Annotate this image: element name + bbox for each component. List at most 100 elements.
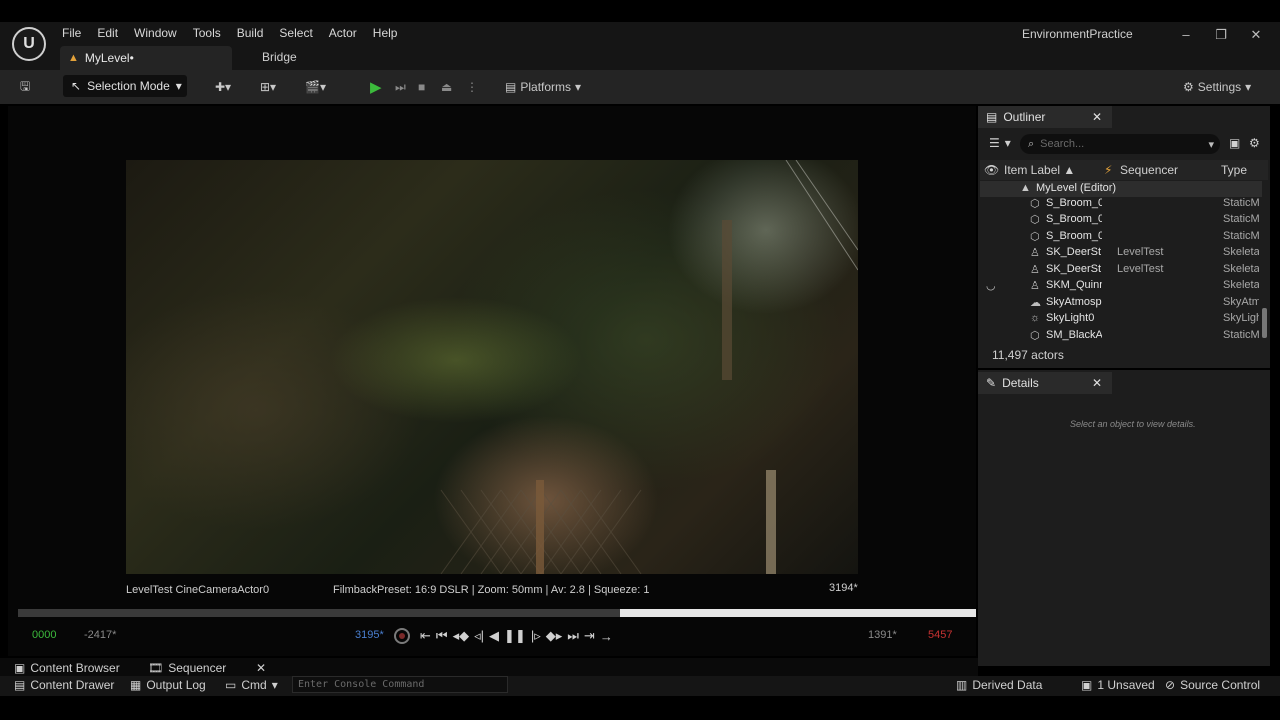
menu-window[interactable]: Window	[126, 24, 185, 42]
outliner-row[interactable]: ☼ SkyLight0 SkyLight	[980, 312, 1262, 328]
search-placeholder: Search...	[1040, 138, 1085, 150]
outliner-row[interactable]: ☁ SkyAtmosp SkyAtmo	[980, 296, 1262, 312]
outliner-scrollbar[interactable]	[1262, 308, 1267, 338]
log-icon: ▦	[130, 678, 142, 692]
selection-mode-icon: ↖	[71, 79, 82, 93]
chevron-down-icon: ▾	[1208, 138, 1214, 151]
outliner-search-input[interactable]: ⌕ Search... ▾	[1020, 134, 1220, 154]
outliner-row[interactable]: ♙ SK_DeerSt LevelTest Skeletal	[980, 263, 1262, 279]
cmd-dropdown[interactable]: ▭ Cmd ▾	[225, 678, 278, 692]
column-item-label[interactable]: Item Label ▲	[1004, 163, 1075, 177]
row-type: StaticMesh	[1223, 329, 1259, 341]
play-icon[interactable]: ▶	[370, 76, 382, 98]
outliner-row[interactable]: ⬡ S_Broom_0 StaticMesh	[980, 213, 1262, 229]
jump-end-icon[interactable]: ⇥	[584, 628, 595, 644]
tab-details[interactable]: ✎ Details ✕	[978, 372, 1112, 394]
visibility-eye-icon[interactable]: 👁	[984, 163, 999, 177]
terminal-icon: ▭	[225, 678, 237, 692]
unreal-logo-icon[interactable]: U	[12, 27, 46, 61]
eye-closed-icon[interactable]: ◡	[986, 279, 996, 292]
restore-icon[interactable]: ❐	[1211, 26, 1231, 44]
unsaved-label: 1 Unsaved	[1097, 678, 1155, 692]
outliner-row[interactable]: ⬡ SM_BlackA StaticMesh	[980, 329, 1262, 345]
tab-outliner[interactable]: ▤ Outliner ✕	[978, 106, 1112, 128]
next-key-icon[interactable]: ⏭	[567, 628, 579, 644]
derived-data-label: Derived Data	[972, 678, 1043, 692]
static-mesh-icon: ⬡	[1030, 214, 1040, 226]
menu-actor[interactable]: Actor	[321, 24, 365, 42]
start-frame[interactable]: 0000	[32, 629, 56, 641]
menu-bar: File Edit Window Tools Build Select Acto…	[54, 24, 405, 42]
new-folder-icon[interactable]: ▣	[1229, 136, 1240, 150]
tab-sequencer[interactable]: 🎞 Sequencer	[148, 661, 226, 675]
pause-icon[interactable]: ❚❚	[504, 628, 526, 644]
add-actor-button[interactable]: ✚▾	[215, 76, 231, 98]
step-forward-icon[interactable]: |▹	[531, 628, 541, 644]
level-icon: ▲	[68, 52, 79, 64]
record-button[interactable]	[394, 628, 410, 644]
eject-icon[interactable]: ⏏	[441, 76, 452, 98]
close-details-icon[interactable]: ✕	[1092, 376, 1102, 390]
row-type: Skeletal	[1223, 279, 1259, 291]
unsaved-button[interactable]: ▣ 1 Unsaved	[1081, 678, 1155, 692]
menu-edit[interactable]: Edit	[89, 24, 126, 42]
outliner-root-row[interactable]: ▲ MyLevel (Editor)	[980, 181, 1262, 197]
transport-controls: ⇤ ⏮ ◂◆ ◃| ◀ ❚❚ |▹ ◆▸ ⏭ ⇥ →	[420, 626, 613, 646]
menu-file[interactable]: File	[54, 24, 89, 42]
prev-key-icon[interactable]: ⏮	[436, 628, 448, 644]
tab-bridge[interactable]: Bridge	[262, 50, 297, 64]
outliner-row[interactable]: ♙ SK_DeerSt LevelTest Skeletal	[980, 246, 1262, 262]
menu-select[interactable]: Select	[271, 24, 320, 42]
source-control-button[interactable]: ⊘ Source Control	[1165, 678, 1260, 692]
filter-dropdown[interactable]: ☰ ▾	[989, 136, 1011, 150]
loop-icon[interactable]: →	[600, 629, 613, 644]
outliner-row[interactable]: ⬡ S_Broom_0 StaticMesh	[980, 197, 1262, 213]
viewport-frame-number: 3194*	[829, 582, 858, 594]
output-log-button[interactable]: ▦ Output Log	[130, 678, 206, 692]
outliner-row[interactable]: ◡ ♙ SKM_Quinn Skeletal	[980, 279, 1262, 295]
settings-dropdown[interactable]: ⚙ Settings ▾	[1183, 76, 1251, 98]
prev-keyframe-icon[interactable]: ◂◆	[453, 628, 470, 644]
step-back-icon[interactable]: ◃|	[474, 628, 484, 644]
details-panel	[978, 370, 1270, 666]
content-drawer-button[interactable]: ▤ Content Drawer	[14, 678, 114, 692]
column-type[interactable]: Type	[1221, 163, 1247, 177]
cinematics-button[interactable]: 🎬▾	[305, 76, 326, 98]
close-outliner-icon[interactable]: ✕	[1092, 110, 1102, 124]
gear-icon[interactable]: ⚙	[1249, 136, 1260, 150]
details-empty-message: Select an object to view details.	[1070, 419, 1196, 429]
tab-mylevel[interactable]: ▲ MyLevel•	[60, 46, 232, 70]
console-command-input[interactable]: Enter Console Command	[292, 676, 508, 693]
end-frame[interactable]: 5457	[928, 629, 952, 641]
menu-help[interactable]: Help	[365, 24, 406, 42]
derived-data-button[interactable]: ▥ Derived Data	[956, 678, 1042, 692]
outliner-row[interactable]: ⬡ S_Broom_0 StaticMesh	[980, 230, 1262, 246]
next-keyframe-icon[interactable]: ◆▸	[546, 628, 563, 644]
chevron-down-icon: ▾	[575, 80, 582, 94]
reverse-play-icon[interactable]: ◀	[489, 628, 499, 644]
close-sequencer-icon[interactable]: ✕	[256, 661, 266, 675]
save-icon[interactable]: 🖫	[20, 76, 30, 98]
content-drawer-label: Content Drawer	[30, 678, 115, 692]
folder-icon: ▣	[14, 661, 26, 675]
close-window-icon[interactable]: ✕	[1246, 26, 1266, 44]
more-options-icon[interactable]: ⋮	[466, 76, 478, 98]
selection-mode-dropdown[interactable]: ↖ Selection Mode ▾	[63, 75, 187, 97]
tab-content-browser[interactable]: ▣ Content Browser	[14, 661, 120, 675]
menu-build[interactable]: Build	[229, 24, 272, 42]
menu-tools[interactable]: Tools	[185, 24, 229, 42]
column-sequencer[interactable]: Sequencer	[1120, 163, 1178, 177]
sequencer-icon: 🎞	[148, 661, 164, 675]
step-icon[interactable]: ⏭	[395, 76, 406, 98]
output-log-label: Output Log	[146, 678, 206, 692]
minimize-icon[interactable]: –	[1176, 26, 1196, 44]
platforms-dropdown[interactable]: ▤ Platforms ▾	[505, 76, 581, 98]
chevron-down-icon: ▾	[175, 79, 182, 93]
current-frame[interactable]: 3195*	[355, 629, 384, 641]
jump-start-icon[interactable]: ⇤	[420, 628, 431, 644]
playback-start-frame[interactable]: -2417*	[84, 629, 116, 641]
playback-end-frame[interactable]: 1391*	[868, 629, 897, 641]
blueprint-button[interactable]: ⊞▾	[260, 76, 276, 98]
selection-mode-label: Selection Mode	[87, 79, 170, 93]
stop-icon[interactable]: ■	[418, 76, 425, 98]
